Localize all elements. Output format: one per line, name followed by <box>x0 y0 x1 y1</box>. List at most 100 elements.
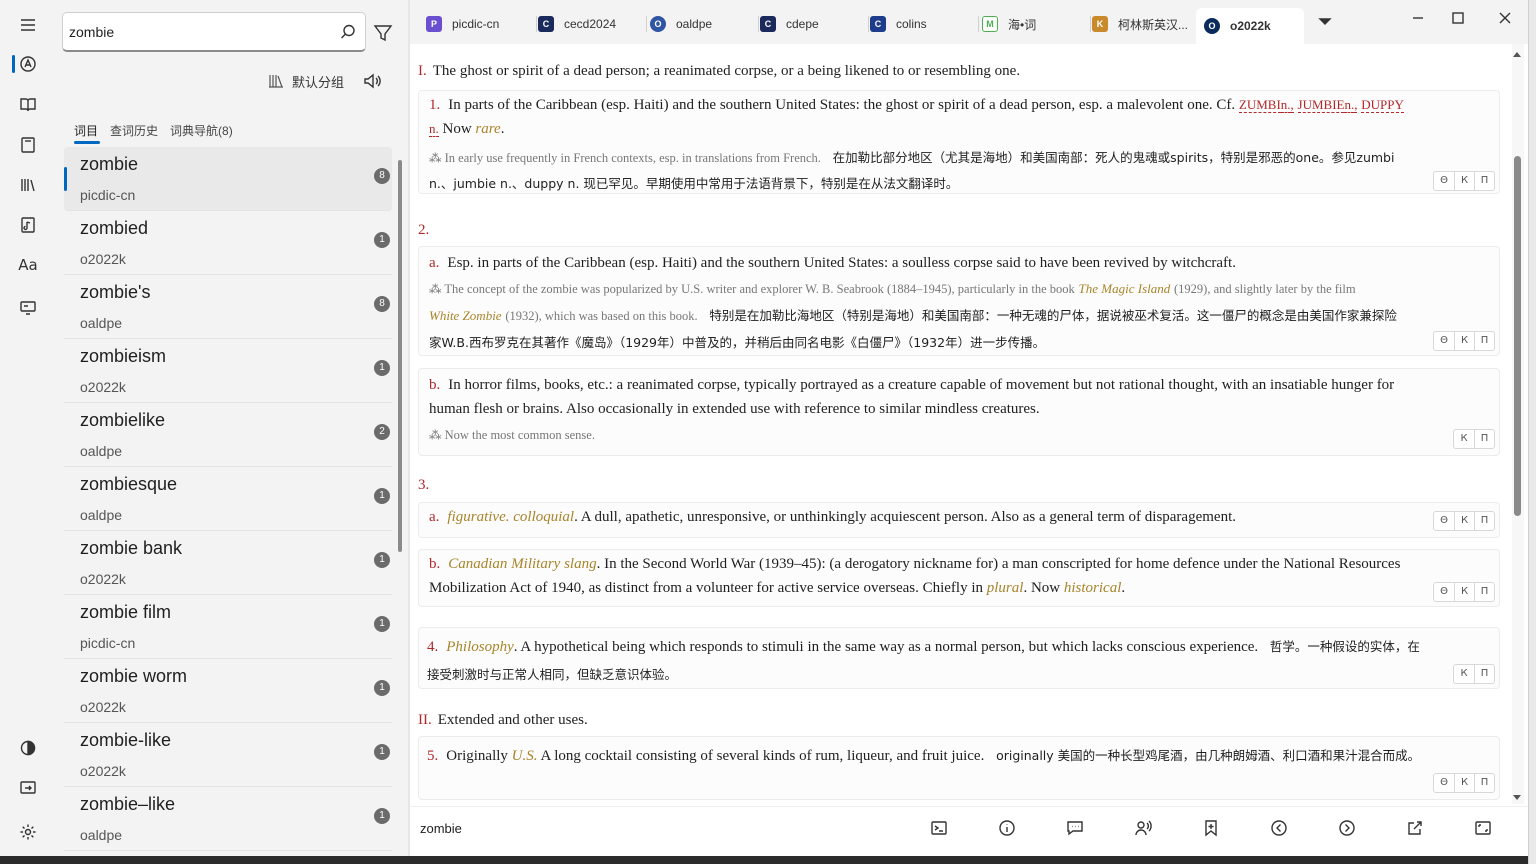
rail-selection-indicator <box>12 55 15 73</box>
tab-haici[interactable]: M 海•词 <box>982 10 1091 38</box>
group-label: 默认分组 <box>292 74 345 90</box>
count-badge: 1 <box>374 552 390 568</box>
collapse-button[interactable]: Θ <box>1434 512 1454 530</box>
list-scrollbar[interactable] <box>398 160 402 552</box>
p-button[interactable]: П <box>1474 774 1494 792</box>
sense-actions: Θ К П <box>1433 171 1495 191</box>
info-icon[interactable] <box>998 819 1016 837</box>
count-badge: 2 <box>374 424 390 440</box>
word-source: o2022k <box>80 379 126 395</box>
close-icon[interactable] <box>1495 8 1515 28</box>
search-box <box>62 12 366 52</box>
chevron-down-icon[interactable] <box>1318 14 1332 28</box>
font-icon[interactable]: Aa <box>16 253 40 277</box>
library-icon[interactable] <box>16 173 40 197</box>
collapse-button[interactable]: Θ <box>1434 774 1454 792</box>
entry-footer: zombie <box>410 806 1528 848</box>
k-button[interactable]: К <box>1454 172 1474 190</box>
list-item[interactable]: zombie film picdic-cn 1 <box>64 595 392 659</box>
scroll-down-icon[interactable] <box>1511 790 1523 800</box>
list-item[interactable]: zombied o2022k 1 <box>64 211 392 275</box>
k-button[interactable]: К <box>1454 512 1474 530</box>
collapse-button[interactable]: Θ <box>1434 332 1454 350</box>
tab-label: cdepe <box>786 17 819 31</box>
xref-zumbi[interactable]: ZUMBI <box>1238 97 1281 113</box>
maximize-icon[interactable] <box>1448 8 1468 28</box>
forward-icon[interactable] <box>1338 819 1356 837</box>
word-title: zombie <box>80 154 139 174</box>
menu-icon[interactable] <box>16 13 40 37</box>
tab-colins[interactable]: C colins <box>870 10 979 38</box>
notebook-icon[interactable] <box>16 133 40 157</box>
p-button[interactable]: П <box>1474 583 1494 601</box>
tab-entries[interactable]: 词目 <box>68 120 104 140</box>
book-open-icon[interactable] <box>16 93 40 117</box>
tab-cecd2024[interactable]: C cecd2024 <box>538 10 647 38</box>
list-item[interactable]: zombielike oaldpe 2 <box>64 403 392 467</box>
screen-capture-icon[interactable] <box>16 295 40 319</box>
list-item[interactable]: zombie worm o2022k 1 <box>64 659 392 723</box>
k-button[interactable]: К <box>1454 665 1474 683</box>
p-button[interactable]: П <box>1474 512 1494 530</box>
tab-dictionary-nav[interactable]: 词典导航(8) <box>164 120 239 140</box>
word-title: zombiesque <box>80 474 178 494</box>
sense-actions: Θ К П <box>1433 773 1495 793</box>
search-input[interactable] <box>69 19 329 45</box>
tab-collins-cn[interactable]: K 柯林斯英汉... <box>1092 10 1196 38</box>
p-button[interactable]: П <box>1474 430 1494 448</box>
list-item[interactable]: zombie bank o2022k 1 <box>64 531 392 595</box>
open-external-icon[interactable] <box>1406 819 1424 837</box>
search-icon[interactable] <box>339 23 357 41</box>
word-title: zombie's <box>80 282 151 302</box>
list-item[interactable]: zombie-like o2022k 1 <box>64 723 392 787</box>
audio-book-icon[interactable] <box>16 213 40 237</box>
fullscreen-icon[interactable] <box>1474 819 1492 837</box>
bookmark-icon[interactable] <box>1202 819 1220 837</box>
back-icon[interactable] <box>1270 819 1288 837</box>
list-item[interactable]: zombie–like oaldpe 1 <box>64 787 392 851</box>
collapse-button[interactable]: Θ <box>1434 583 1454 601</box>
word-source: picdic-cn <box>80 187 136 203</box>
dictionary-lookup-icon[interactable] <box>16 52 40 76</box>
tab-oaldpe[interactable]: O oaldpe <box>650 10 759 38</box>
speaker-icon[interactable] <box>362 71 382 91</box>
k-button[interactable]: К <box>1454 583 1474 601</box>
k-button[interactable]: К <box>1454 774 1474 792</box>
settings-gear-icon[interactable] <box>16 820 40 844</box>
tab-o2022k[interactable]: O o2022k <box>1196 8 1304 44</box>
theme-contrast-icon[interactable] <box>16 736 40 760</box>
minimize-icon[interactable] <box>1408 8 1428 28</box>
export-icon[interactable] <box>16 776 40 800</box>
tab-history[interactable]: 查词历史 <box>104 120 164 140</box>
list-item[interactable]: zombieism o2022k 1 <box>64 339 392 403</box>
tab-label: 柯林斯英汉... <box>1118 17 1189 32</box>
word-source: o2022k <box>80 763 126 779</box>
content-scrollbar-thumb[interactable] <box>1514 156 1521 516</box>
p-button[interactable]: П <box>1474 332 1494 350</box>
tab-picdic-cn[interactable]: P picdic-cn <box>426 10 537 38</box>
voice-icon[interactable] <box>1134 819 1152 837</box>
k-button[interactable]: К <box>1454 430 1474 448</box>
word-title: zombie worm <box>80 666 188 686</box>
list-item[interactable]: zombie's oaldpe 8 <box>64 275 392 339</box>
filter-icon[interactable] <box>372 22 394 44</box>
k-button[interactable]: К <box>1454 332 1474 350</box>
comment-icon[interactable] <box>1066 819 1084 837</box>
word-title: zombieism <box>80 346 167 366</box>
collapse-button[interactable]: Θ <box>1434 172 1454 190</box>
scroll-up-icon[interactable] <box>1511 46 1523 57</box>
list-item[interactable]: zombie picdic-cn 8 <box>64 147 392 211</box>
tab-cdepe[interactable]: C cdepe <box>760 10 869 38</box>
sense-3: 3. <box>418 477 430 493</box>
tab-label: oaldpe <box>676 17 713 31</box>
sense-text: The ghost or spirit of a dead person; a … <box>432 63 1021 79</box>
xref-jumbie[interactable]: JUMBIE <box>1297 97 1345 113</box>
xref-duppy[interactable]: DUPPY <box>1361 97 1404 113</box>
p-button[interactable]: П <box>1474 665 1494 683</box>
group-selector[interactable]: 默认分组 <box>268 70 344 92</box>
terminal-icon[interactable] <box>930 819 948 837</box>
p-button[interactable]: П <box>1474 172 1494 190</box>
oaldpe-icon: O <box>650 16 666 32</box>
taskbar-edge <box>0 856 1528 864</box>
list-item[interactable]: zombiesque oaldpe 1 <box>64 467 392 531</box>
